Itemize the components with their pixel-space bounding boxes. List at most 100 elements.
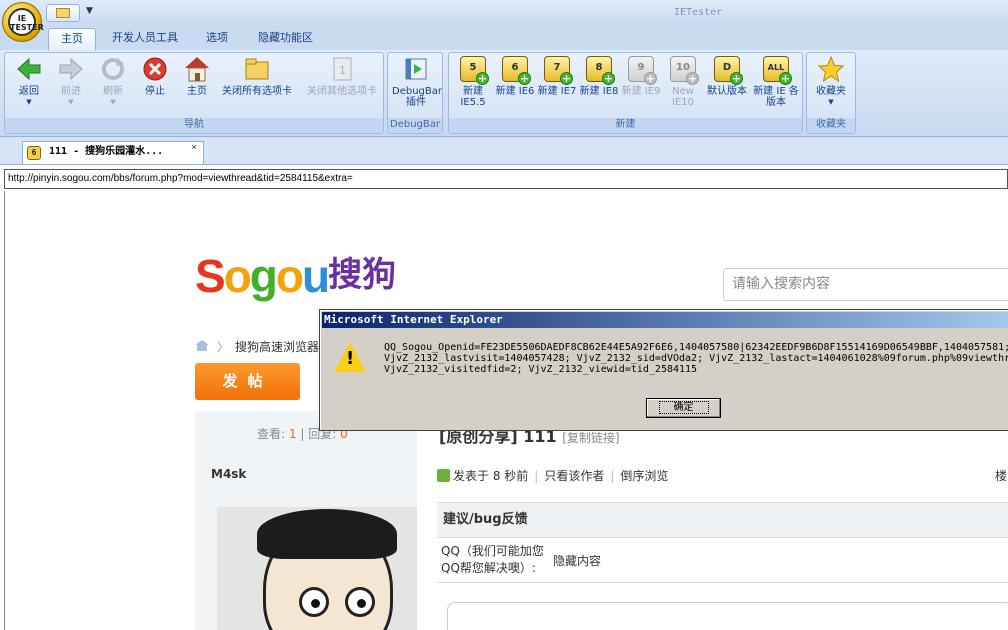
ribbon-tab-bar: 主页 开发人员工具 选项 隐藏功能区 — [0, 26, 1008, 50]
new-ie55-label: 新建 IE5.5 — [460, 86, 486, 108]
document-tab-strip: 6 111 - 搜狗乐园灌水... × — [0, 137, 1008, 165]
debugbar-plugin-button[interactable]: DebugBar 插件 — [392, 56, 442, 108]
ribbon: 返回 ▼ 前进 ▼ 刷新 ▼ 停止 主页 关闭所有选项卡 1 关闭其他选项卡 导… — [0, 50, 1008, 137]
back-label: 返回 — [19, 86, 39, 97]
home-label: 主页 — [187, 86, 207, 97]
search-input[interactable]: 请输入搜索内容 — [723, 268, 1008, 301]
close-other-tabs-button[interactable]: 1 关闭其他选项卡 — [303, 56, 381, 97]
document-tab[interactable]: 6 111 - 搜狗乐园灌水... × — [22, 141, 204, 164]
default-badge-icon: D + — [714, 56, 743, 85]
all-badge-icon: ALL + — [763, 56, 792, 85]
new-all-ie-button[interactable]: ALL + 新建 IE 各版本 — [753, 56, 799, 108]
window-title: IETester — [674, 7, 723, 18]
tab-hide-ribbon[interactable]: 隐藏功能区 — [246, 28, 325, 50]
only-author-link[interactable]: 只看该作者 — [544, 469, 604, 483]
debugbar-group-label: DebugBar — [388, 118, 442, 133]
ietester-logo-icon: IE TESTER — [8, 8, 44, 36]
hidden-content: 隐藏内容 — [553, 554, 602, 568]
new-ie8-label: 新建 IE8 — [579, 86, 619, 97]
breadcrumb-link[interactable]: 搜狗高速浏览器 — [235, 340, 319, 354]
debugbar-group: DebugBar 插件 DebugBar — [387, 52, 443, 134]
content-box — [447, 602, 1008, 630]
new-all-ie-label: 新建 IE 各版本 — [753, 86, 799, 108]
feedback-section-title: 建议/bug反馈 — [437, 502, 1008, 538]
folder-icon — [56, 8, 70, 18]
refresh-label: 刷新 — [103, 86, 123, 97]
forward-arrow-icon — [58, 56, 84, 82]
back-arrow-icon — [16, 56, 42, 82]
close-all-tabs-button[interactable]: 关闭所有选项卡 — [221, 56, 293, 97]
tab-options[interactable]: 选项 — [194, 28, 240, 50]
sogou-logo[interactable]: Sogou搜狗 — [195, 247, 396, 303]
svg-text:1: 1 — [339, 64, 346, 77]
new-ie10-button[interactable]: 10 + New IE10 — [663, 56, 703, 108]
star-icon — [817, 55, 845, 83]
post-meta: 发表于 8 秒前 | 只看该作者 | 倒序浏览 — [437, 467, 668, 484]
back-button[interactable]: 返回 ▼ — [9, 56, 49, 108]
debugbar-plugin-label: DebugBar 插件 — [392, 86, 442, 108]
stop-icon — [142, 56, 168, 82]
default-version-label: 默认版本 — [707, 86, 747, 97]
close-all-tabs-label: 关闭所有选项卡 — [222, 86, 292, 97]
reverse-order-link[interactable]: 倒序浏览 — [620, 469, 668, 483]
dialog-title: Microsoft Internet Explorer — [322, 312, 1008, 328]
forward-button[interactable]: 前进 ▼ — [51, 56, 91, 108]
folder-icon — [244, 56, 270, 82]
ok-button[interactable]: 确定 — [646, 398, 721, 418]
author-name[interactable]: M4sk — [211, 467, 246, 481]
quick-access-open-button[interactable] — [46, 4, 80, 22]
tab-developer-tools[interactable]: 开发人员工具 — [100, 28, 190, 50]
refresh-button[interactable]: 刷新 ▼ — [93, 56, 133, 108]
document-tab-title: 111 - 搜狗乐园灌水... — [49, 146, 164, 157]
new-ie9-button[interactable]: 9 + 新建 IE9 — [621, 56, 661, 97]
chevron-down-icon: ▼ — [828, 98, 834, 106]
tab-home[interactable]: 主页 — [48, 28, 96, 50]
chevron-down-icon: ▼ — [68, 98, 74, 106]
warning-icon: ! — [334, 342, 366, 372]
divider — [437, 582, 1008, 583]
app-menu-button[interactable]: IE TESTER — [2, 2, 44, 42]
new-ie9-label: 新建 IE9 — [621, 86, 661, 97]
ie9-badge-icon: 9 + — [628, 56, 657, 85]
home-icon[interactable] — [195, 340, 209, 351]
default-version-button[interactable]: D + 默认版本 — [705, 56, 749, 97]
favorites-button[interactable]: 收藏夹 ▼ — [811, 55, 851, 108]
new-ie10-label: New IE10 — [672, 86, 694, 108]
breadcrumb-sep: 〉 — [217, 340, 230, 354]
title-bar: ▼ IETester — [0, 0, 1008, 26]
new-post-button[interactable]: 发帖 — [195, 363, 300, 400]
home-icon — [184, 56, 210, 82]
nav-group: 返回 ▼ 前进 ▼ 刷新 ▼ 停止 主页 关闭所有选项卡 1 关闭其他选项卡 导… — [4, 52, 384, 134]
nav-group-label: 导航 — [5, 118, 383, 133]
refresh-icon — [100, 56, 126, 82]
ie10-badge-icon: 10 + — [670, 56, 699, 85]
stop-button[interactable]: 停止 — [135, 56, 175, 97]
address-bar[interactable]: http://pinyin.sogou.com/bbs/forum.php?mo… — [4, 169, 1008, 189]
new-ie7-label: 新建 IE7 — [537, 86, 577, 97]
online-status-icon — [437, 469, 450, 482]
new-group-label: 新建 — [449, 118, 802, 133]
chevron-down-icon: ▼ — [26, 98, 32, 106]
copy-link[interactable]: [复制链接] — [562, 431, 619, 445]
chevron-down-icon: ▼ — [110, 98, 116, 106]
home-button[interactable]: 主页 — [177, 56, 217, 97]
stop-label: 停止 — [145, 86, 165, 97]
author-panel: 查看: 1 | 回复: 0 M4sk — [195, 411, 417, 630]
new-ie6-label: 新建 IE6 — [495, 86, 535, 97]
close-other-tabs-label: 关闭其他选项卡 — [307, 86, 377, 97]
ietester-window: ▼ IETester IE TESTER 主页 开发人员工具 选项 隐藏功能区 返… — [0, 0, 1008, 630]
floor-label: 楼 — [995, 469, 1008, 483]
dialog-message: QQ_Sogou_Openid=FE23DE5506DAEDF8CB62E44E… — [384, 342, 1008, 375]
new-ie7-button[interactable]: 7 + 新建 IE7 — [537, 56, 577, 97]
favorites-group-label: 收藏夹 — [807, 118, 855, 133]
close-icon[interactable]: × — [191, 142, 197, 153]
page-icon: 1 — [329, 56, 355, 82]
new-ie8-button[interactable]: 8 + 新建 IE8 — [579, 56, 619, 97]
avatar[interactable] — [217, 507, 417, 630]
new-ie6-button[interactable]: 6 + 新建 IE6 — [495, 56, 535, 97]
new-ie55-button[interactable]: 5 + 新建 IE5.5 — [453, 56, 493, 108]
qq-label: QQ（我们可能加您 QQ帮您解决噢）: — [441, 544, 544, 575]
quick-access-dropdown-icon[interactable]: ▼ — [86, 6, 93, 16]
ie5-badge-icon: 5 + — [460, 56, 489, 85]
new-group: 5 + 新建 IE5.5 6 + 新建 IE6 7 + 新建 IE7 8 + 新建 IE… — [448, 52, 803, 134]
